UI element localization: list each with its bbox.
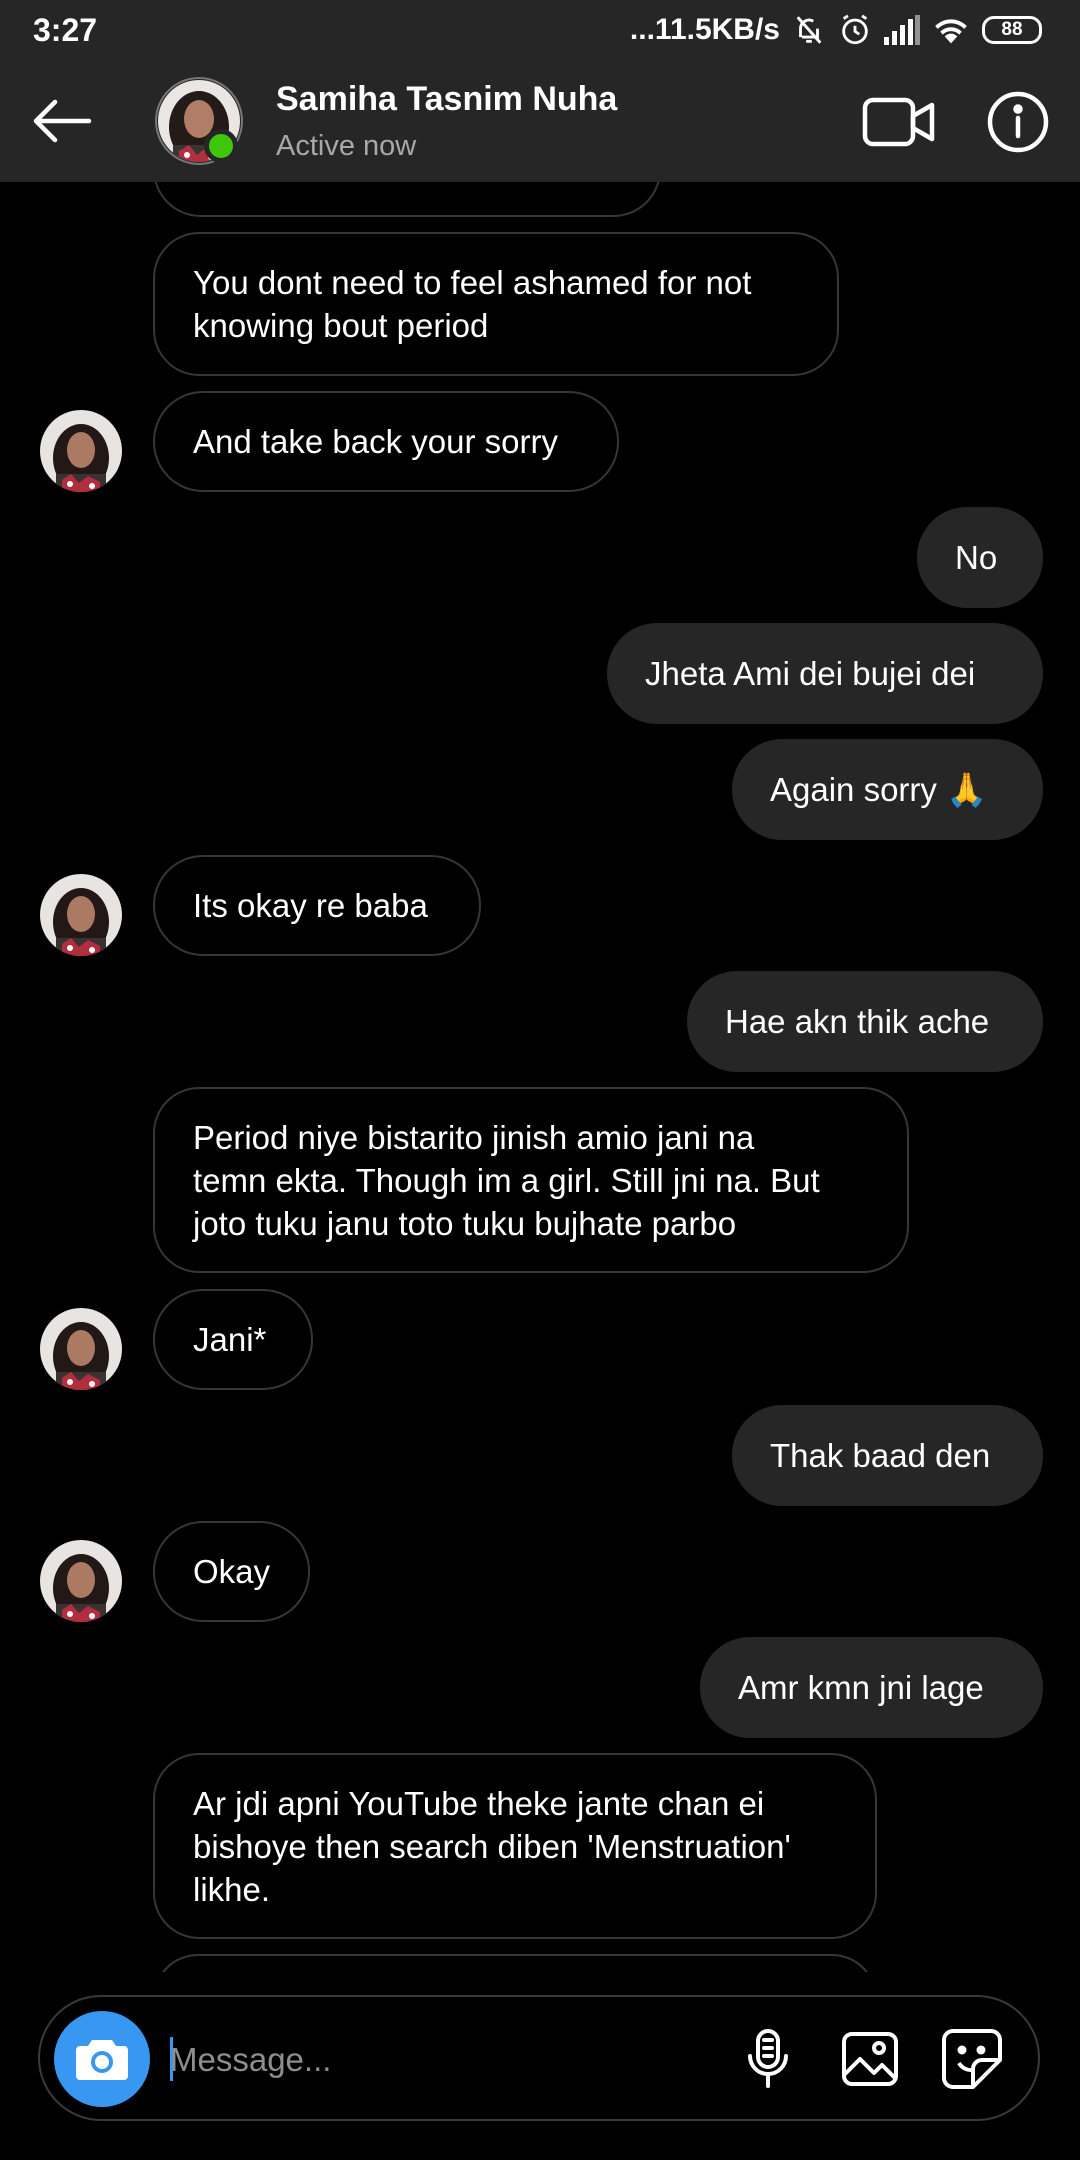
message-text: No	[955, 539, 998, 576]
chat-header: Samiha Tasnim Nuha Active now	[0, 60, 1080, 182]
message-bubble-sent[interactable]: Thak baad den	[732, 1405, 1043, 1506]
message-text: Amr kmn jni lage	[738, 1669, 984, 1706]
back-arrow-icon	[33, 99, 92, 143]
message-bubble-received[interactable]: And take back your sorry	[153, 391, 619, 492]
message-bubble-clipped[interactable]	[153, 182, 661, 217]
message-composer	[38, 1995, 1040, 2121]
back-button[interactable]	[26, 88, 98, 154]
conversation-info-button[interactable]	[986, 90, 1050, 154]
message-text: Ar jdi apni YouTube theke jante chan ei …	[193, 1784, 791, 1908]
message-text: Okay	[193, 1553, 271, 1590]
battery-level: 88	[1001, 19, 1023, 40]
message-bubble-received[interactable]: Okay	[153, 1521, 310, 1622]
message-text: Period niye bistarito jinish amio jani n…	[193, 1118, 820, 1242]
message-bubble-received[interactable]: Ar jdi apni YouTube theke jante chan ei …	[153, 1753, 877, 1939]
sticker-icon	[942, 2029, 1002, 2089]
voice-message-button[interactable]	[732, 2023, 804, 2095]
message-text: Jheta Ami dei bujei dei	[645, 655, 976, 692]
camera-icon	[76, 2040, 128, 2080]
gallery-icon	[842, 2032, 898, 2086]
message-text: Hae akn thik ache	[725, 1003, 990, 1040]
video-call-button[interactable]	[862, 94, 936, 150]
message-text: Again sorry 🙏	[770, 771, 988, 808]
sender-avatar[interactable]	[40, 1540, 122, 1622]
status-icons: ...11.5KB/s 88	[630, 8, 1042, 52]
alarm-icon	[838, 13, 872, 47]
contact-activity-status: Active now	[276, 130, 417, 162]
message-bubble-received[interactable]: Jani*	[153, 1289, 313, 1390]
message-bubble-received[interactable]: You dont need to feel ashamed for not kn…	[153, 232, 839, 376]
message-text: Thak baad den	[770, 1437, 991, 1474]
message-bubble-sent[interactable]: Jheta Ami dei bujei dei	[607, 623, 1043, 724]
message-thread[interactable]: You dont need to feel ashamed for not kn…	[0, 182, 1080, 1972]
wifi-icon	[932, 15, 970, 45]
message-input[interactable]	[168, 2027, 732, 2093]
message-bubble-sent[interactable]: Again sorry 🙏	[732, 739, 1043, 840]
video-camera-icon	[862, 97, 935, 147]
status-time: 3:27	[33, 12, 98, 48]
message-bubble-sent[interactable]: Amr kmn jni lage	[700, 1637, 1043, 1738]
info-icon	[987, 91, 1049, 153]
battery-indicator: 88	[982, 16, 1042, 44]
message-bubble-clipped[interactable]	[153, 1954, 877, 1972]
gallery-button[interactable]	[834, 2023, 906, 2095]
message-text: You dont need to feel ashamed for not kn…	[193, 264, 752, 344]
message-bubble-sent[interactable]: Hae akn thik ache	[687, 971, 1043, 1072]
status-bar: 3:27 ...11.5KB/s 88	[0, 0, 1080, 60]
camera-button[interactable]	[54, 2011, 150, 2107]
network-speed: ...11.5KB/s	[629, 13, 780, 46]
sender-avatar[interactable]	[40, 1308, 122, 1390]
message-text: And take back your sorry	[193, 423, 558, 460]
sticker-button[interactable]	[936, 2023, 1008, 2095]
microphone-icon	[748, 2029, 788, 2088]
message-bubble-received[interactable]: Period niye bistarito jinish amio jani n…	[153, 1087, 909, 1273]
mute-bell-icon	[792, 13, 826, 47]
message-text: Its okay re baba	[193, 887, 428, 924]
signal-icon	[884, 15, 920, 45]
message-bubble-sent[interactable]: No	[917, 507, 1043, 608]
contact-name[interactable]: Samiha Tasnim Nuha	[276, 80, 617, 119]
message-bubble-received[interactable]: Its okay re baba	[153, 855, 481, 956]
message-text: Jani*	[193, 1321, 267, 1358]
sender-avatar[interactable]	[40, 874, 122, 956]
online-status-dot	[204, 129, 238, 163]
sender-avatar[interactable]	[40, 410, 122, 492]
